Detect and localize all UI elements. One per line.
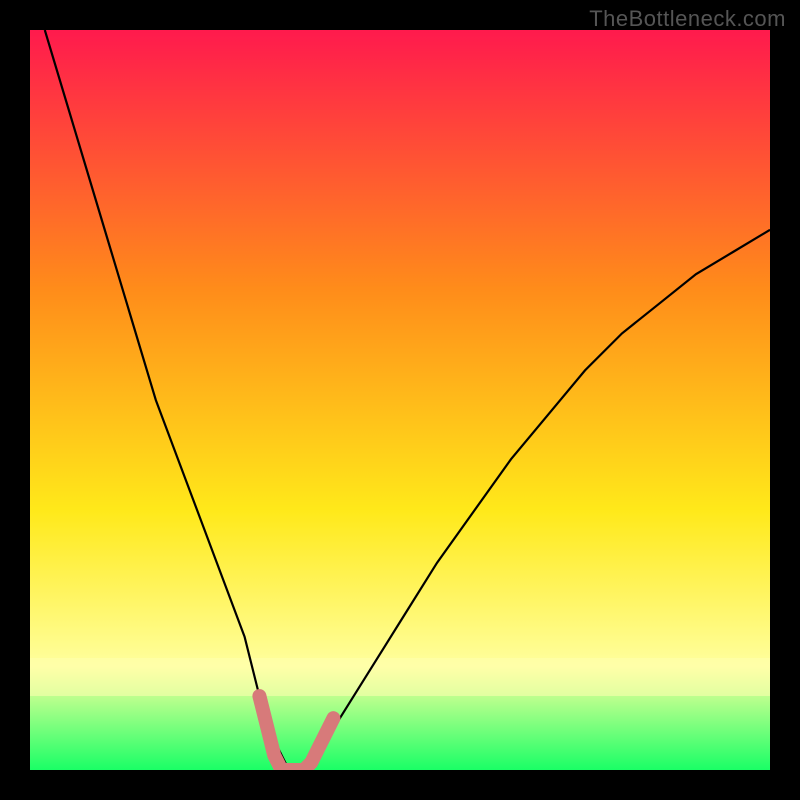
chart-frame: TheBottleneck.com [0,0,800,800]
pale-band [30,658,770,696]
watermark-text: TheBottleneck.com [589,6,786,32]
plot-area [30,30,770,770]
bottleneck-plot [30,30,770,770]
